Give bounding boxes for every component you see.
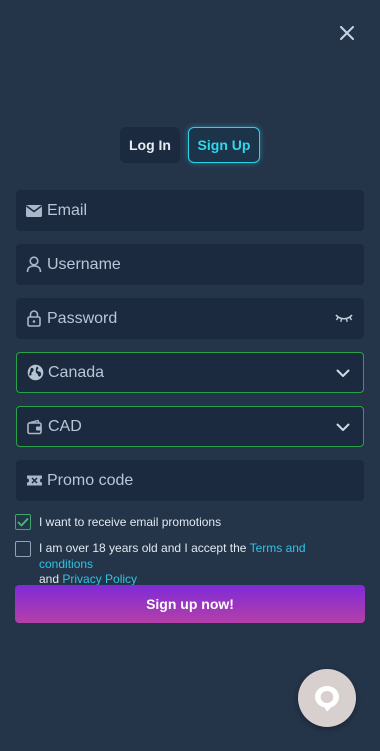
age-terms-text: I am over 18 years old and I accept the: [39, 541, 250, 555]
close-icon: [340, 26, 354, 40]
eye-closed-icon: [335, 314, 353, 322]
currency-value: CAD: [48, 417, 82, 435]
wallet-icon: [26, 418, 44, 436]
sign-up-button[interactable]: Sign up now!: [15, 585, 365, 623]
email-promotions-label: I want to receive email promotions: [39, 514, 222, 529]
email-field[interactable]: Email: [16, 190, 364, 231]
show-password-toggle[interactable]: [334, 309, 354, 327]
currency-select[interactable]: CAD: [16, 406, 364, 447]
promo-code-placeholder: Promo code: [47, 471, 134, 489]
user-icon: [25, 256, 43, 274]
privacy-policy-link[interactable]: Privacy Policy: [62, 572, 137, 586]
email-promotions-row: I want to receive email promotions: [15, 514, 221, 530]
username-placeholder: Username: [47, 255, 121, 273]
lock-icon: [25, 310, 43, 328]
promo-code-field[interactable]: Promo code: [16, 460, 364, 501]
password-field[interactable]: Password: [16, 298, 364, 339]
username-field[interactable]: Username: [16, 244, 364, 285]
globe-icon: [26, 364, 44, 382]
age-terms-label: I am over 18 years old and I accept the …: [39, 541, 359, 588]
email-placeholder: Email: [47, 201, 88, 219]
chevron-down-icon: [333, 364, 353, 382]
chat-bubble-icon: [315, 686, 339, 712]
chat-support-button[interactable]: [298, 669, 356, 727]
age-terms-and: and: [39, 572, 63, 586]
age-terms-row: I am over 18 years old and I accept the …: [15, 541, 359, 588]
ticket-icon: [25, 472, 43, 490]
tab-login[interactable]: Log In: [120, 127, 180, 163]
email-promotions-checkbox[interactable]: [15, 514, 31, 530]
envelope-icon: [25, 202, 43, 220]
auth-tabs: Log In Sign Up: [0, 127, 380, 163]
chevron-down-icon: [333, 418, 353, 436]
country-value: Canada: [48, 363, 105, 381]
checkmark-icon: [17, 517, 29, 527]
password-placeholder: Password: [47, 309, 118, 327]
tab-signup[interactable]: Sign Up: [188, 127, 260, 163]
close-button[interactable]: [336, 22, 358, 44]
age-terms-checkbox[interactable]: [15, 541, 31, 557]
country-select[interactable]: Canada: [16, 352, 364, 393]
